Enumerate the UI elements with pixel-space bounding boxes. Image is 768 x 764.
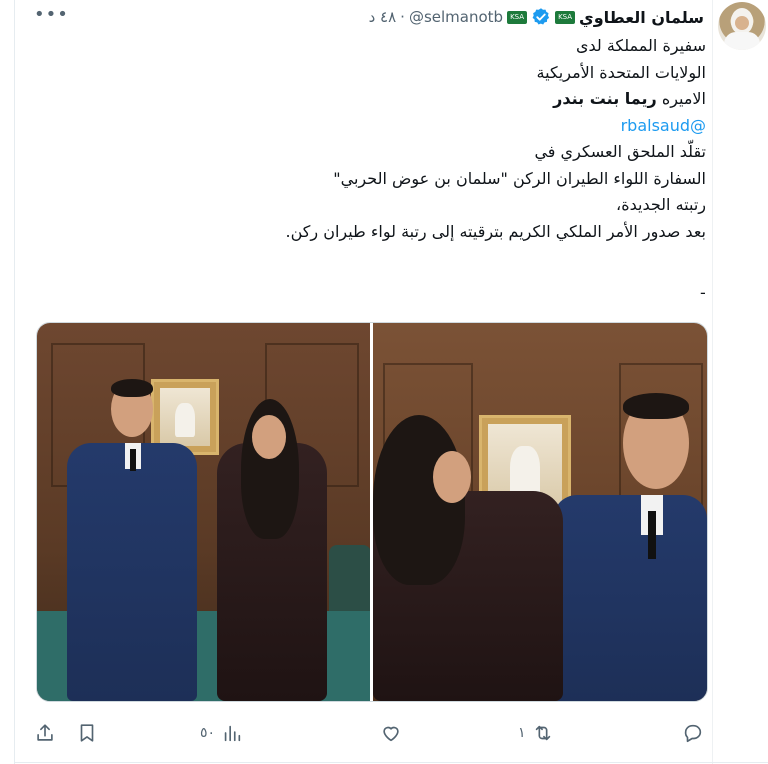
views-icon [224,725,241,742]
photo-right[interactable] [373,323,707,701]
reply-button[interactable] [682,716,710,750]
tweet-line-prefix: الاميره [656,89,706,108]
tweet-header: سلمان العطاوي KSA KSA @selmanotb · ٤٨ د [369,6,704,28]
views-count: ٥٠ [200,725,216,741]
tweet-time[interactable]: ٤٨ د [369,8,397,26]
retweet-count: ١ [518,725,526,741]
bookmark-icon [80,724,94,742]
tweet-line: سفيرة المملكة لدى [575,36,706,55]
saudi-flag-icon: KSA [555,10,576,24]
reply-icon [684,724,702,743]
tweet-line: الاميره ريما بنت بندر [186,86,706,113]
officer-hair [111,379,153,397]
tweet-line: رتبته الجديدة، [616,195,706,214]
tweet-line: @rbalsaud [186,113,706,140]
author-name[interactable]: سلمان العطاوي [579,8,704,27]
tweet-line: الولايات المتحدة الأمريكية [536,62,706,82]
retweet-button[interactable]: ١ [518,716,554,750]
tweet-line: السفارة اللواء الطيران الركن "سلمان بن ع… [333,168,706,188]
more-icon[interactable]: ••• [34,4,69,25]
media-grid[interactable] [36,322,708,702]
tweet-bottom-border [14,762,768,763]
avatar-thobe [724,32,760,50]
views-button[interactable]: ٥٠ [200,716,243,750]
timeline-left-border [14,0,15,764]
woman-face [252,415,286,459]
tweet-line: بعد صدور الأمر الملكي الكريم بترقيته إلى… [285,221,707,241]
woman-face [433,451,471,503]
header-separator: · [400,8,405,26]
verified-badge-icon [532,8,550,25]
saudi-flag-icon: KSA [507,10,528,24]
author-handle[interactable]: @selmanotb [409,8,503,26]
photo-left[interactable] [37,323,370,701]
share-button[interactable] [34,716,56,750]
share-icon [37,724,53,741]
retweet-icon [535,725,550,741]
author-avatar[interactable] [718,2,766,50]
bold-name: ريما بنت بندر [553,89,657,108]
action-bar: ١ ٥٠ [30,716,720,750]
like-icon [383,726,399,742]
mention-link[interactable]: @rbalsaud [621,116,706,135]
like-button[interactable] [380,716,408,750]
officer-tie [648,511,656,559]
officer-figure [67,443,197,701]
officer-tie [130,449,136,471]
trailing-dash: - [700,283,706,302]
avatar-face [735,16,749,30]
officer-figure [553,495,707,701]
officer-hair [623,393,689,419]
bookmark-button[interactable] [76,716,98,750]
tweet-line: تقلّد الملحق العسكري في [534,142,706,161]
avatar-column-divider [712,0,713,764]
tweet-text: سفيرة المملكة لدى الولايات المتحدة الأمر… [186,33,707,245]
